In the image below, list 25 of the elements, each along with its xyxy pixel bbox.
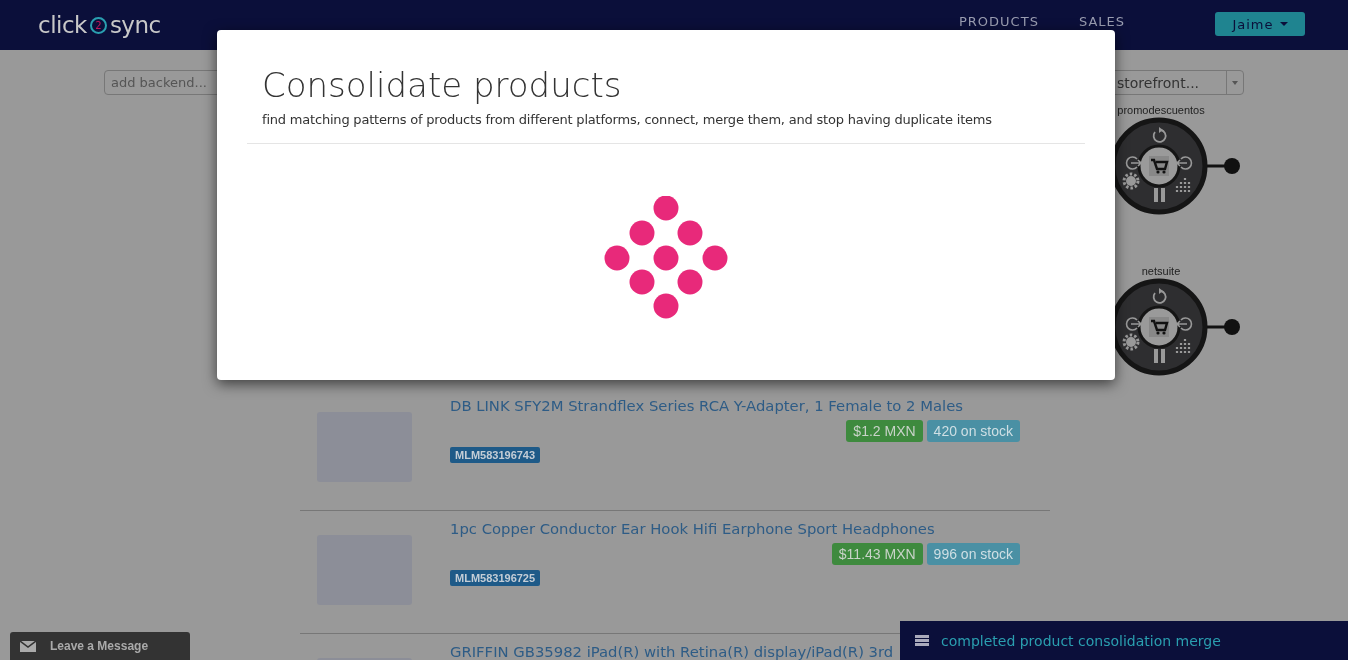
stock-badge: 996 on stock <box>926 543 1020 565</box>
caret-icon <box>1279 22 1288 26</box>
logo-text: click <box>38 12 87 38</box>
toast-message: completed product consolidation merge <box>941 632 1221 649</box>
sku-badge: MLM583196743 <box>450 447 541 463</box>
product-title-link[interactable]: 1pc Copper Conductor Ear Hook Hifi Earphone Sport Headphones <box>450 519 1020 539</box>
product-title-link[interactable]: DB LINK SFY2M Strandflex Series RCA Y-Adapter, 1 Female to 2 Males <box>450 396 1020 416</box>
logo[interactable]: click 2 sync <box>38 12 161 38</box>
nav-link[interactable]: PRODUCTS <box>959 11 1039 29</box>
modal-subtitle: find matching patterns of products from different platforms, connect, merge them, and stop having duplicate items <box>262 112 993 127</box>
server-icon <box>915 635 929 646</box>
price-badge: $1.2 MXN <box>846 420 923 442</box>
envelope-icon <box>20 640 36 652</box>
nav-link[interactable]: SALES <box>1078 11 1125 29</box>
modal-title: Consolidate products <box>261 64 623 106</box>
caret-icon <box>1232 80 1238 85</box>
logo-badge: 2 <box>89 16 107 34</box>
sku-badge: MLM583196725 <box>450 570 541 586</box>
storefront-name: promodescuentos <box>1116 104 1206 116</box>
user-menu-button[interactable]: Jaime <box>1215 12 1305 36</box>
logo-text: sync <box>109 12 161 38</box>
price-badge: $11.43 MXN <box>831 543 923 565</box>
storefront-name: netsuite <box>1140 265 1182 277</box>
stock-badge: 420 on stock <box>926 420 1020 442</box>
leave-message-tab[interactable]: Leave a Message <box>10 632 190 660</box>
